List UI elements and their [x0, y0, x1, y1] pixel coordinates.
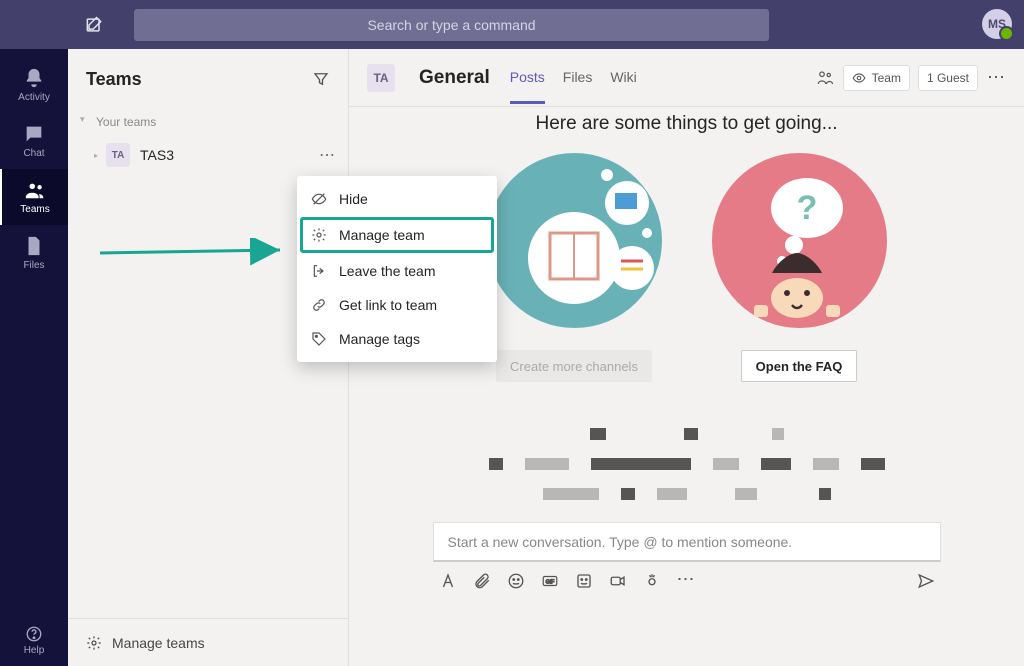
ctx-leave-team[interactable]: Leave the team — [297, 254, 497, 288]
channel-header: TA General Posts Files Wiki Team — [349, 49, 1024, 107]
svg-text:?: ? — [796, 189, 817, 227]
gear-icon — [311, 227, 327, 243]
avatar-initials: MS — [988, 17, 1006, 31]
filter-icon[interactable] — [312, 70, 330, 88]
attach-icon[interactable] — [473, 572, 491, 590]
search-placeholder: Search or type a command — [367, 17, 535, 33]
gear-icon — [86, 635, 102, 651]
link-icon — [311, 297, 327, 313]
svg-text:GIF: GIF — [545, 579, 554, 585]
channel-team-avatar: TA — [367, 64, 395, 92]
user-avatar[interactable]: MS — [982, 9, 1012, 39]
format-icon[interactable] — [439, 572, 457, 590]
manage-teams-button[interactable]: Manage teams — [68, 618, 348, 666]
open-faq-button[interactable]: Open the FAQ — [741, 350, 858, 382]
onboarding-cards: Create more channels ? — [487, 153, 887, 382]
rail-label: Chat — [23, 148, 44, 159]
search-input[interactable]: Search or type a command — [134, 9, 769, 41]
ctx-label: Manage team — [339, 227, 425, 243]
app-root: Search or type a command MS Activity Cha… — [0, 0, 1024, 666]
app-rail: Activity Chat Teams Files Help — [0, 49, 68, 666]
ctx-label: Manage tags — [339, 331, 420, 347]
create-channels-button[interactable]: Create more channels — [496, 350, 652, 382]
eye-icon — [852, 71, 866, 85]
main-row: Activity Chat Teams Files Help — [0, 49, 1024, 666]
tag-icon — [311, 331, 327, 347]
team-more-icon[interactable]: ⋯ — [319, 145, 336, 165]
tab-wiki[interactable]: Wiki — [610, 51, 636, 104]
caret-icon: ▸ — [94, 151, 98, 160]
ctx-manage-team[interactable]: Manage team — [301, 218, 493, 252]
ctx-label: Leave the team — [339, 263, 436, 279]
top-bar: Search or type a command MS — [0, 0, 1024, 49]
rail-label: Files — [23, 260, 44, 271]
org-icon[interactable] — [815, 68, 835, 88]
rail-files[interactable]: Files — [0, 225, 68, 281]
privacy-badge[interactable]: Team — [843, 65, 910, 91]
card-illustration-faq: ? — [712, 153, 887, 328]
hide-icon — [311, 191, 327, 207]
channel-more-icon[interactable]: ⋯ — [986, 68, 1006, 88]
tab-files[interactable]: Files — [563, 51, 593, 104]
ctx-get-link[interactable]: Get link to team — [297, 288, 497, 322]
rail-teams[interactable]: Teams — [0, 169, 68, 225]
compose-icon[interactable] — [84, 15, 104, 35]
card-open-faq: ? Open the FAQ — [712, 153, 887, 382]
rail-activity[interactable]: Activity — [0, 57, 68, 113]
sticker-icon[interactable] — [575, 572, 593, 590]
meet-icon[interactable] — [609, 572, 627, 590]
leave-icon — [311, 263, 327, 279]
header-actions: Team 1 Guest ⋯ — [815, 65, 1006, 91]
guest-label: 1 Guest — [927, 71, 969, 85]
team-row-tas3[interactable]: ▸ TA TAS3 ⋯ — [68, 135, 348, 175]
team-avatar-small: TA — [106, 143, 130, 167]
guest-badge[interactable]: 1 Guest — [918, 65, 978, 91]
emoji-icon[interactable] — [507, 572, 525, 590]
composer-toolbar: GIF ⋯ — [433, 562, 941, 596]
privacy-label: Team — [872, 71, 901, 85]
panel-header: Teams — [68, 49, 348, 109]
team-context-menu: Hide Manage team Leave the team Get link… — [297, 176, 497, 362]
card-illustration-channels — [487, 153, 662, 328]
channel-tabs: Posts Files Wiki — [510, 51, 637, 104]
composer-input[interactable]: Start a new conversation. Type @ to ment… — [433, 522, 941, 562]
redacted-message — [467, 428, 907, 500]
tab-posts[interactable]: Posts — [510, 51, 545, 104]
rail-help[interactable]: Help — [0, 614, 68, 666]
send-icon[interactable] — [917, 572, 935, 590]
manage-teams-label: Manage teams — [112, 635, 205, 651]
stream-icon[interactable] — [643, 572, 661, 590]
intro-text: Here are some things to get going... — [535, 113, 837, 135]
rail-label: Teams — [20, 204, 49, 215]
card-create-channels: Create more channels — [487, 153, 662, 382]
ctx-hide[interactable]: Hide — [297, 182, 497, 216]
rail-chat[interactable]: Chat — [0, 113, 68, 169]
composer-more-icon[interactable]: ⋯ — [677, 572, 695, 590]
composer-placeholder: Start a new conversation. Type @ to ment… — [448, 534, 793, 550]
your-teams-section[interactable]: Your teams — [68, 109, 348, 135]
ctx-label: Hide — [339, 191, 368, 207]
channel-name: General — [419, 67, 490, 89]
rail-help-label: Help — [24, 645, 45, 656]
message-composer: Start a new conversation. Type @ to ment… — [433, 522, 941, 596]
ctx-manage-tags[interactable]: Manage tags — [297, 322, 497, 356]
ctx-label: Get link to team — [339, 297, 437, 313]
team-name: TAS3 — [140, 147, 174, 163]
gif-icon[interactable]: GIF — [541, 572, 559, 590]
rail-label: Activity — [18, 92, 50, 103]
panel-title: Teams — [86, 69, 142, 90]
